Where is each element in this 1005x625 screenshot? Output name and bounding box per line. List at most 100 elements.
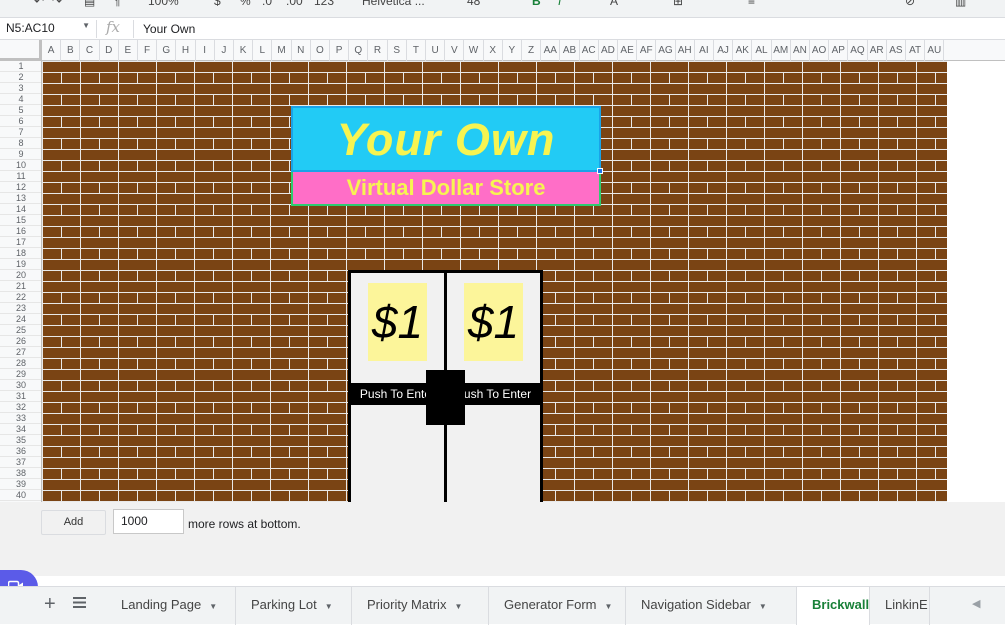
column-header-cell[interactable]: W (464, 40, 484, 61)
sheet-tab[interactable]: Priority Matrix ▼ (352, 587, 489, 625)
column-header-cell[interactable]: AS (887, 40, 906, 61)
column-header-cell[interactable]: AU (925, 40, 945, 61)
row-header-cell[interactable]: 24 (0, 314, 41, 325)
selection-drag-handle[interactable] (597, 168, 603, 174)
column-header-cell[interactable]: AN (791, 40, 810, 61)
font-size-select[interactable]: 48 (467, 0, 480, 8)
column-header-cell[interactable]: AK (733, 40, 753, 61)
percent-button[interactable]: % (240, 0, 251, 8)
print-icon[interactable]: ▤ (84, 0, 95, 8)
add-sheet-icon[interactable]: + (44, 593, 56, 616)
sheet-tab[interactable]: Landing Page ▼ (106, 587, 236, 625)
font-select[interactable]: Helvetica ... (362, 0, 425, 8)
column-header-cell[interactable]: M (272, 40, 292, 61)
row-header-cell[interactable]: 39 (0, 479, 41, 490)
column-header-cell[interactable]: N (292, 40, 311, 61)
grid-blank-area[interactable] (947, 61, 1005, 502)
italic-button[interactable]: I (558, 0, 561, 8)
column-header-cell[interactable]: AA (541, 40, 561, 61)
name-box[interactable]: N5:AC10 ▼ (6, 21, 92, 37)
sign-title-banner[interactable]: Your Own (291, 106, 601, 172)
row-header-cell[interactable]: 10 (0, 160, 41, 171)
column-header-cell[interactable]: AQ (848, 40, 868, 61)
column-header-cell[interactable]: AM (772, 40, 791, 61)
sheet-tab[interactable]: Parking Lot ▼ (236, 587, 352, 625)
column-header-cell[interactable]: E (119, 40, 138, 61)
row-header-cell[interactable]: 22 (0, 292, 41, 303)
row-header-cell[interactable]: 6 (0, 116, 41, 127)
row-header-cell[interactable]: 34 (0, 424, 41, 435)
chevron-down-icon[interactable]: ▼ (604, 602, 612, 611)
row-header-cell[interactable]: 14 (0, 204, 41, 215)
chevron-down-icon[interactable]: ▼ (209, 602, 217, 611)
column-header-cell[interactable]: A (42, 40, 62, 61)
row-header-cell[interactable]: 32 (0, 402, 41, 413)
formula-input[interactable]: Your Own (143, 22, 195, 36)
column-header-cell[interactable]: AR (868, 40, 887, 61)
row-header-cell[interactable]: 31 (0, 391, 41, 402)
redo-icon[interactable]: ↷ (52, 0, 62, 8)
column-header-cell[interactable]: S (388, 40, 407, 61)
bold-button[interactable]: B (532, 0, 541, 8)
column-header-cell[interactable]: Q (349, 40, 369, 61)
row-header-cell[interactable]: 35 (0, 435, 41, 446)
row-header-cell[interactable]: 3 (0, 83, 41, 94)
row-header-cell[interactable]: 18 (0, 248, 41, 259)
row-header-cell[interactable]: 26 (0, 336, 41, 347)
column-header-cell[interactable]: F (138, 40, 158, 61)
column-header-cell[interactable]: D (100, 40, 119, 61)
row-header-cell[interactable]: 19 (0, 259, 41, 270)
column-header-cell[interactable]: P (330, 40, 350, 61)
column-header-cell[interactable]: AJ (714, 40, 734, 61)
number-format-button[interactable]: 123 (314, 0, 334, 8)
row-header-cell[interactable]: 4 (0, 94, 41, 105)
row-header-cell[interactable]: 20 (0, 270, 41, 281)
add-rows-button[interactable]: Add (41, 510, 106, 535)
currency-button[interactable]: $ (214, 0, 221, 8)
column-header-cell[interactable]: G (157, 40, 177, 61)
chart-icon[interactable]: ▥ (955, 0, 966, 8)
row-header-cell[interactable]: 7 (0, 127, 41, 138)
row-header-cell[interactable]: 12 (0, 182, 41, 193)
borders-icon[interactable]: ⊞ (673, 0, 683, 8)
row-header-cell[interactable]: 17 (0, 237, 41, 248)
zoom-select[interactable]: 100% (148, 0, 179, 8)
column-header-cell[interactable]: C (80, 40, 100, 61)
row-header-cell[interactable]: 29 (0, 369, 41, 380)
link-icon[interactable]: ⊘ (905, 0, 915, 8)
chevron-down-icon[interactable]: ▼ (759, 602, 767, 611)
column-header-cell[interactable]: H (176, 40, 196, 61)
column-header-cell[interactable]: AC (580, 40, 599, 61)
row-header-cell[interactable]: 16 (0, 226, 41, 237)
row-header-cell[interactable]: 5 (0, 105, 41, 116)
sign-subtitle-banner[interactable]: Virtual Dollar Store (291, 172, 601, 206)
column-header-cell[interactable]: AF (637, 40, 657, 61)
chevron-down-icon[interactable]: ▼ (82, 21, 90, 30)
column-header-cell[interactable]: R (368, 40, 388, 61)
column-header-cell[interactable]: L (253, 40, 273, 61)
chevron-down-icon[interactable]: ▼ (325, 602, 333, 611)
column-header-cell[interactable]: I (196, 40, 215, 61)
column-header-cell[interactable]: J (215, 40, 234, 61)
column-header-cell[interactable]: V (445, 40, 465, 61)
row-header-cell[interactable]: 9 (0, 149, 41, 160)
paint-format-icon[interactable]: ¶ (114, 0, 120, 8)
column-header-cell[interactable]: AO (810, 40, 830, 61)
row-header-cell[interactable]: 38 (0, 468, 41, 479)
undo-icon[interactable]: ↶ (34, 0, 44, 8)
row-header-cell[interactable]: 30 (0, 380, 41, 391)
select-all-corner[interactable] (0, 40, 42, 61)
row-header-cell[interactable]: 21 (0, 281, 41, 292)
column-header-cell[interactable]: Y (503, 40, 522, 61)
row-header-cell[interactable]: 23 (0, 303, 41, 314)
decrease-decimal-button[interactable]: .0 (262, 0, 272, 8)
column-header-cell[interactable]: AL (752, 40, 772, 61)
rows-count-input[interactable]: 1000 (113, 509, 184, 534)
all-sheets-icon[interactable] (73, 597, 86, 608)
row-header-cell[interactable]: 36 (0, 446, 41, 457)
column-header-cell[interactable]: AD (599, 40, 618, 61)
row-header-cell[interactable]: 37 (0, 457, 41, 468)
name-box-value[interactable]: N5:AC10 (6, 21, 55, 35)
sheet-tab[interactable]: Navigation Sidebar ▼ (626, 587, 797, 625)
column-header-cell[interactable]: K (234, 40, 254, 61)
